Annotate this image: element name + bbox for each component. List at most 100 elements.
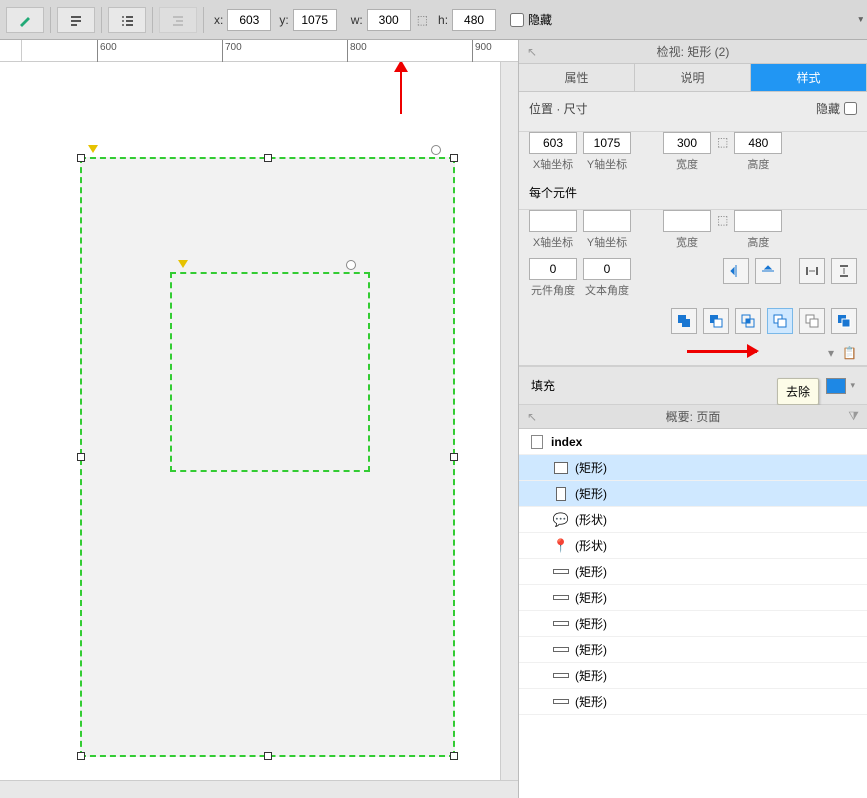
subtract-back-btn[interactable]: [799, 308, 825, 334]
tab-description[interactable]: 说明: [635, 64, 751, 91]
text-angle-input[interactable]: [583, 258, 631, 280]
x-input[interactable]: [227, 9, 271, 31]
insp-w-input[interactable]: [663, 132, 711, 154]
insp-y-input[interactable]: [583, 132, 631, 154]
outline-item-label: (矩形): [575, 563, 607, 580]
indent-tool-btn: ▾: [159, 7, 197, 33]
resize-handle[interactable]: [450, 752, 458, 760]
subtract-front-btn[interactable]: [703, 308, 729, 334]
flip-h-btn[interactable]: [723, 258, 749, 284]
bar-icon: [553, 621, 569, 626]
divide-btn[interactable]: [831, 308, 857, 334]
outline-item[interactable]: 💬(形状): [519, 507, 867, 533]
tab-properties[interactable]: 属性: [519, 64, 635, 91]
per-y-input[interactable]: [583, 210, 631, 232]
ruler-tick: 600: [97, 40, 117, 62]
rotation-handle[interactable]: [346, 260, 356, 270]
outline-item[interactable]: (矩形): [519, 611, 867, 637]
per-x-input[interactable]: [529, 210, 577, 232]
annotation-arrow-1: [400, 64, 402, 114]
resize-handle[interactable]: [77, 453, 85, 461]
resize-handle[interactable]: [264, 752, 272, 760]
outline-item[interactable]: (矩形): [519, 455, 867, 481]
outline-item-label: (形状): [575, 537, 607, 554]
outline-item-label: (矩形): [575, 641, 607, 658]
insp-x-input[interactable]: [529, 132, 577, 154]
list-tool-btn[interactable]: ▾: [108, 7, 146, 33]
ruler-tick: 900: [472, 40, 492, 62]
h-input[interactable]: [452, 9, 496, 31]
fill-color-swatch[interactable]: [826, 378, 846, 394]
outline-item-label: (矩形): [575, 667, 607, 684]
section-per-element: 每个元件: [519, 176, 867, 210]
rect-icon: [556, 487, 566, 501]
union-btn[interactable]: [671, 308, 697, 334]
resize-handle[interactable]: [77, 154, 85, 162]
per-x-label: X轴坐标: [533, 234, 573, 250]
per-h-input[interactable]: [734, 210, 782, 232]
scrollbar-horizontal[interactable]: [0, 780, 518, 798]
elem-angle-label: 元件角度: [531, 282, 575, 298]
link-wh-icon[interactable]: ⬚: [417, 13, 428, 27]
bubble-icon: 💬: [553, 512, 569, 528]
pos-size-label: 位置 · 尺寸: [529, 100, 588, 117]
resize-handle[interactable]: [77, 752, 85, 760]
w-input[interactable]: [367, 9, 411, 31]
bar-icon: [553, 569, 569, 574]
outline-item[interactable]: 📍 (形状): [519, 533, 867, 559]
outline-item[interactable]: (矩形): [519, 637, 867, 663]
boolean-ops-row: [519, 302, 867, 340]
outline-item[interactable]: (矩形): [519, 559, 867, 585]
pin-icon: 📍: [553, 538, 569, 554]
outline-item[interactable]: (矩形): [519, 663, 867, 689]
outline-root-label: index: [551, 435, 582, 449]
angle-inputs: 元件角度 文本角度: [519, 254, 867, 302]
canvas[interactable]: [0, 62, 518, 798]
outline-item[interactable]: (矩形): [519, 585, 867, 611]
outline-item[interactable]: (矩形): [519, 689, 867, 715]
bar-icon: [553, 647, 569, 652]
exclude-btn[interactable]: [767, 308, 793, 334]
align-tool-btn[interactable]: ▾: [57, 7, 95, 33]
resize-handle[interactable]: [264, 154, 272, 162]
per-w-input[interactable]: [663, 210, 711, 232]
bar-icon: [553, 699, 569, 704]
elem-angle-input[interactable]: [529, 258, 577, 280]
link-wh-icon-2[interactable]: ⬚: [717, 132, 728, 172]
section-position-size: 位置 · 尺寸 隐藏: [519, 92, 867, 132]
y-input[interactable]: [293, 9, 337, 31]
dist-v-btn[interactable]: [831, 258, 857, 284]
tab-style[interactable]: 样式: [751, 64, 867, 91]
hide-checkbox-2[interactable]: [844, 102, 857, 115]
rotation-handle[interactable]: [431, 145, 441, 155]
chevron-down-icon[interactable]: ▾: [828, 346, 834, 360]
filter-icon[interactable]: ⧩: [848, 409, 859, 424]
per-w-label: 宽度: [676, 234, 698, 250]
link-wh-icon-3[interactable]: ⬚: [717, 210, 728, 250]
clipboard-icon[interactable]: 📋: [842, 346, 857, 360]
intersect-btn[interactable]: [735, 308, 761, 334]
outline-item[interactable]: (矩形): [519, 481, 867, 507]
fill-dropdown-icon[interactable]: ▾: [850, 380, 855, 391]
outline-title: 概要: 页面: [666, 408, 721, 425]
insp-h-input[interactable]: [734, 132, 782, 154]
collapse-icon[interactable]: ↖: [527, 45, 537, 59]
flip-v-btn[interactable]: [755, 258, 781, 284]
selection-rect-inner[interactable]: [170, 272, 370, 472]
hide-checkbox-wrap[interactable]: 隐藏: [510, 11, 552, 28]
hide-checkbox[interactable]: [510, 13, 524, 27]
outline-root[interactable]: index: [519, 429, 867, 455]
outline-item-label: (矩形): [575, 615, 607, 632]
outline-header: ↖ 概要: 页面 ⧩: [519, 405, 867, 429]
scrollbar-vertical[interactable]: [500, 62, 518, 780]
ruler-tick: 700: [222, 40, 242, 62]
ruler-tick: 800: [347, 40, 367, 62]
inspector-title: 检视: 矩形 (2): [657, 43, 730, 60]
pencil-tool-btn[interactable]: ▾: [6, 7, 44, 33]
dist-h-btn[interactable]: [799, 258, 825, 284]
x-label: x:: [214, 13, 223, 27]
resize-handle[interactable]: [450, 453, 458, 461]
collapse-icon-2[interactable]: ↖: [527, 410, 537, 424]
outline-item-label: (矩形): [575, 693, 607, 710]
resize-handle[interactable]: [450, 154, 458, 162]
